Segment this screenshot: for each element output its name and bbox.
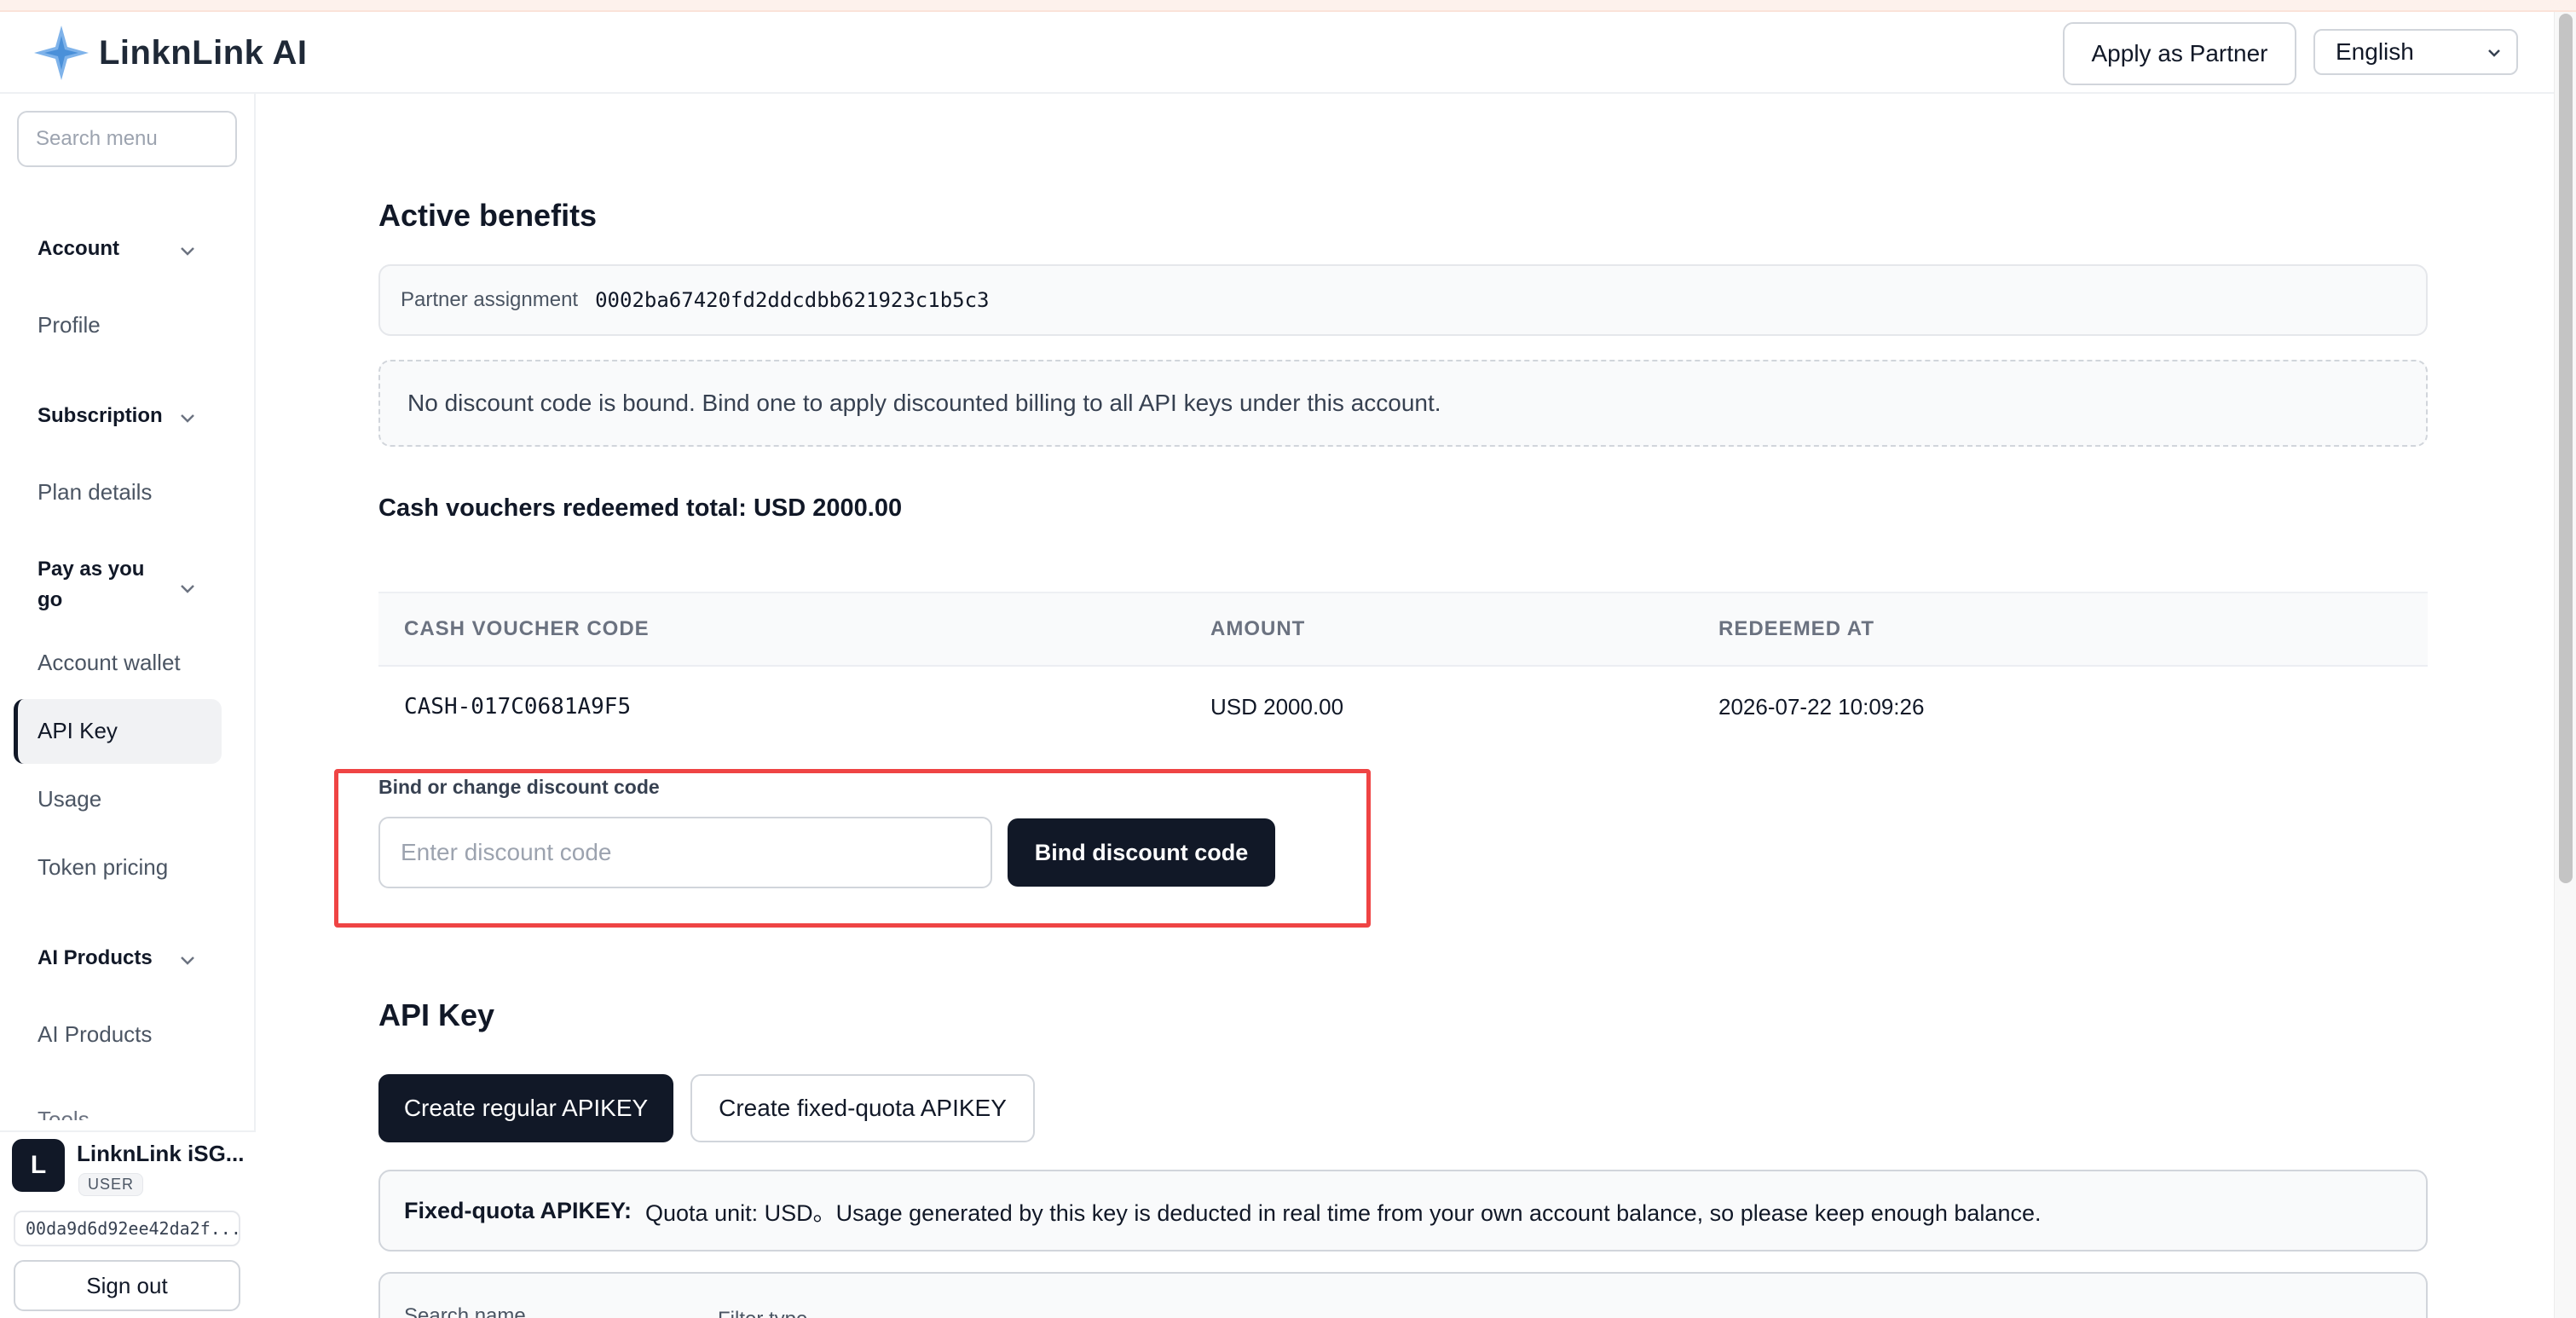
column-header-code: CASH VOUCHER CODE bbox=[404, 617, 650, 640]
chevron-down-icon bbox=[2488, 49, 2500, 57]
language-value: English bbox=[2336, 38, 2414, 65]
sidebar-item-profile[interactable]: Profile bbox=[38, 312, 101, 338]
sidebar-section-ai-products[interactable]: AI Products bbox=[38, 943, 153, 974]
cash-vouchers-total: Cash vouchers redeemed total: USD 2000.0… bbox=[378, 494, 903, 522]
fixed-quota-info: Fixed-quota APIKEY: Quota unit: USD。Usag… bbox=[378, 1170, 2428, 1252]
create-regular-apikey-button[interactable]: Create regular APIKEY bbox=[378, 1074, 673, 1142]
sidebar-item-api-key[interactable]: API Key bbox=[14, 699, 222, 764]
sidebar-item-account-wallet[interactable]: Account wallet bbox=[38, 650, 181, 676]
bind-discount-code-button[interactable]: Bind discount code bbox=[1008, 818, 1275, 887]
sidebar-item-token-pricing[interactable]: Token pricing bbox=[38, 854, 168, 881]
api-key-title: API Key bbox=[378, 997, 495, 1032]
apply-as-partner-button[interactable]: Apply as Partner bbox=[2063, 22, 2296, 85]
redeemed-at-cell: 2026-07-22 10:09:26 bbox=[1718, 694, 1925, 720]
discount-code-placeholder: Enter discount code bbox=[401, 839, 612, 865]
sidebar-item-plan-details[interactable]: Plan details bbox=[38, 479, 152, 506]
discount-code-input[interactable]: Enter discount code bbox=[378, 817, 992, 888]
create-fixed-quota-apikey-button[interactable]: Create fixed-quota APIKEY bbox=[690, 1074, 1035, 1142]
partner-assignment-box: Partner assignment 0002ba67420fd2ddcdbb6… bbox=[378, 264, 2428, 336]
sign-out-button[interactable]: Sign out bbox=[14, 1260, 240, 1311]
fixed-quota-text: Quota unit: USD。Usage generated by this … bbox=[645, 1199, 2042, 1226]
section-title-line1: Pay as you bbox=[38, 558, 145, 581]
chevron-down-icon[interactable] bbox=[176, 239, 199, 263]
amount-cell: USD 2000.00 bbox=[1210, 694, 1344, 720]
brand-logo[interactable]: LinknLink AI bbox=[32, 24, 308, 82]
sidebar-section-pay-as-you-go[interactable]: Pay as you go bbox=[38, 554, 144, 616]
sidebar-item-usage[interactable]: Usage bbox=[38, 786, 101, 812]
filter-type-label: Filter type bbox=[718, 1308, 807, 1318]
table-header: CASH VOUCHER CODE AMOUNT REDEEMED AT bbox=[378, 593, 2428, 667]
cash-voucher-table: CASH VOUCHER CODE AMOUNT REDEEMED AT CAS… bbox=[378, 592, 2428, 728]
section-title-line2: go bbox=[38, 588, 63, 611]
sidebar: Search menu Account Profile Subscription… bbox=[0, 94, 256, 1318]
no-discount-notice: No discount code is bound. Bind one to a… bbox=[378, 360, 2428, 447]
search-menu-input[interactable]: Search menu bbox=[17, 111, 237, 167]
top-banner-strip bbox=[0, 0, 2576, 12]
chevron-down-icon[interactable] bbox=[176, 406, 199, 430]
sidebar-section-account[interactable]: Account bbox=[38, 234, 119, 264]
column-header-amount: AMOUNT bbox=[1210, 617, 1306, 640]
api-key-filter-bar: Search name Filter type bbox=[378, 1272, 2428, 1318]
partner-assignment-value: 0002ba67420fd2ddcdbb621923c1b5c3 bbox=[595, 288, 990, 312]
chevron-down-icon[interactable] bbox=[176, 948, 199, 972]
user-panel: L LinknLink iSG... USER 00da9d6d92ee42da… bbox=[0, 1130, 256, 1318]
brand-name: LinknLink AI bbox=[99, 33, 308, 72]
search-name-label: Search name bbox=[404, 1304, 526, 1318]
scrollbar-thumb[interactable] bbox=[2559, 14, 2573, 883]
vertical-scrollbar[interactable] bbox=[2554, 12, 2576, 1318]
top-header: LinknLink AI Apply as Partner English bbox=[0, 12, 2554, 94]
sparkle-logo-icon bbox=[34, 26, 89, 80]
sidebar-item-label: API Key bbox=[38, 718, 118, 743]
bind-discount-label: Bind or change discount code bbox=[378, 776, 660, 798]
user-role-badge: USER bbox=[78, 1173, 144, 1196]
main-content: Active benefits Partner assignment 0002b… bbox=[256, 94, 2554, 1318]
sidebar-item-tools[interactable]: Tools bbox=[38, 1108, 90, 1120]
fixed-quota-title: Fixed-quota APIKEY: bbox=[404, 1197, 632, 1223]
search-menu-placeholder: Search menu bbox=[36, 127, 158, 150]
chevron-down-icon[interactable] bbox=[176, 576, 199, 600]
voucher-code-cell: CASH-017C0681A9F5 bbox=[404, 694, 632, 720]
language-select[interactable]: English bbox=[2313, 29, 2518, 75]
column-header-redeemed-at: REDEEMED AT bbox=[1718, 617, 1875, 640]
active-benefits-title: Active benefits bbox=[378, 198, 598, 233]
sidebar-item-ai-products[interactable]: AI Products bbox=[38, 1021, 152, 1048]
sidebar-section-subscription[interactable]: Subscription bbox=[38, 401, 163, 431]
avatar: L bbox=[12, 1139, 65, 1192]
user-id[interactable]: 00da9d6d92ee42da2f... bbox=[14, 1211, 240, 1246]
partner-assignment-label: Partner assignment bbox=[401, 288, 579, 311]
user-name: LinknLink iSG... bbox=[77, 1141, 245, 1166]
